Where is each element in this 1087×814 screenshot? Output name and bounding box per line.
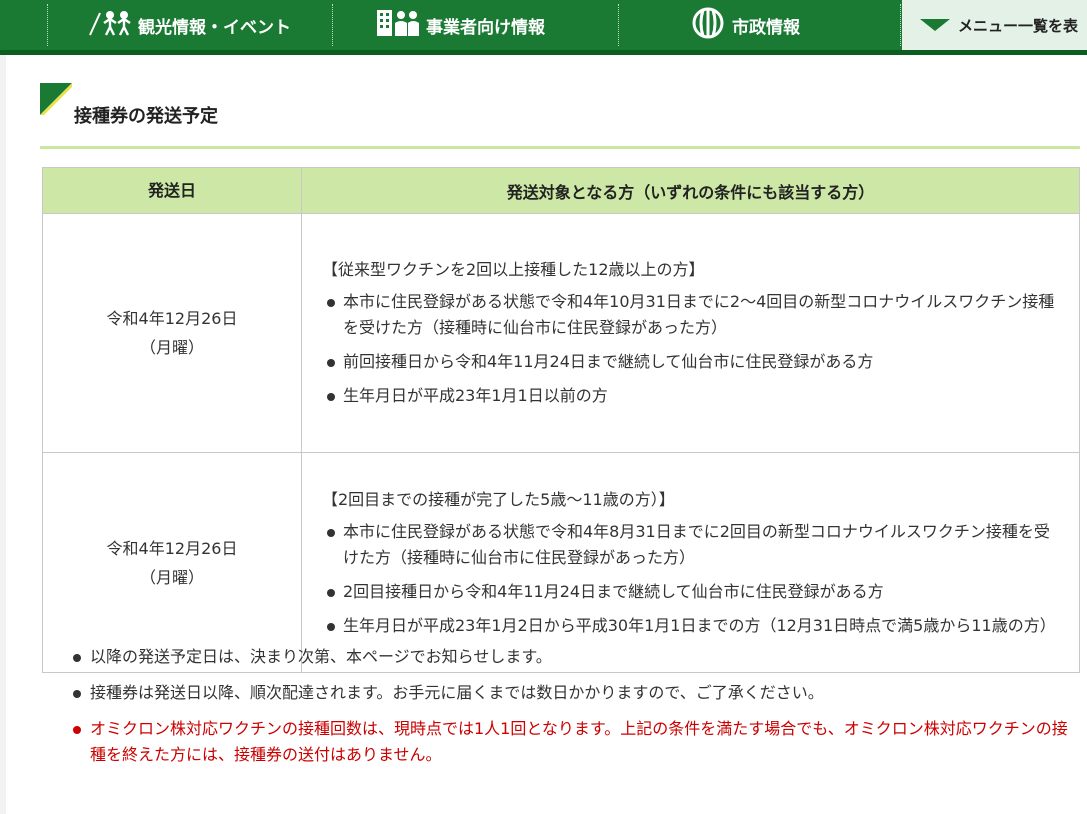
heading-corner-mark [40, 83, 72, 115]
condition-item: 生年月日が平成23年1月1日以前の方 [322, 383, 1061, 409]
nav-divider [618, 4, 619, 46]
tourism-icon [88, 10, 132, 41]
condition-list: 本市に住民登録がある状態で令和4年10月31日までに2～4回目の新型コロナウイル… [322, 289, 1061, 409]
target-cell: 【2回目までの接種が完了した5歳～11歳の方）】 本市に住民登録がある状態で令和… [301, 452, 1080, 673]
condition-item: 2回目接種日から令和4年11月24日まで継続して仙台市に住民登録がある方 [322, 579, 1061, 605]
condition-item: 生年月日が平成23年1月2日から平成30年1月1日までの方（12月31日時点で満… [322, 613, 1061, 639]
nav-divider [332, 4, 333, 46]
header-shipping-target: 発送対象となる方（いずれの条件にも該当する方） [301, 167, 1080, 214]
city-emblem-icon [690, 7, 726, 44]
note-item: 以降の発送予定日は、決まり次第、本ページでお知らせします。 [72, 644, 1082, 670]
notes-list: 以降の発送予定日は、決まり次第、本ページでお知らせします。 接種券は発送日以降、… [72, 644, 1082, 778]
nav-tourism-label: 観光情報・イベント [138, 17, 291, 38]
menu-list-button[interactable]: メニュー一覧を表 [902, 0, 1087, 50]
target-group-heading: 【従来型ワクチンを2回以上接種した12歳以上の方】 [322, 260, 705, 279]
heading-underline [40, 146, 1080, 149]
nav-tourism-events[interactable]: 観光情報・イベント [88, 0, 291, 50]
nav-business-info[interactable]: 事業者向け情報 [376, 0, 545, 50]
shipping-date: 令和4年12月26日 [106, 538, 238, 558]
menu-list-label: メニュー一覧を表 [958, 16, 1079, 35]
warning-note: オミクロン株対応ワクチンの接種回数は、現時点では1人1回となります。上記の条件を… [72, 716, 1082, 768]
left-edge-shadow [0, 55, 6, 814]
nav-city-label: 市政情報 [732, 17, 800, 38]
business-icon [376, 9, 420, 42]
shipping-weekday: （月曜） [139, 338, 204, 357]
shipping-date-cell: 令和4年12月26日 （月曜） [42, 452, 302, 673]
nav-city-info[interactable]: 市政情報 [690, 0, 800, 50]
note-item: 接種券は発送日以降、順次配達されます。お手元に届くまでは数日かかりますので、ご了… [72, 680, 1082, 706]
shipping-weekday: （月曜） [139, 567, 204, 587]
shipping-schedule-table: 発送日 発送対象となる方（いずれの条件にも該当する方） 令和4年12月26日 （… [42, 167, 1080, 673]
top-navigation: 観光情報・イベント 事業者向け情報 市政情報 メニュー一覧を表 [0, 0, 1087, 55]
nav-divider [47, 4, 48, 46]
table-header-row: 発送日 発送対象となる方（いずれの条件にも該当する方） [42, 167, 1080, 214]
table-row: 令和4年12月26日 （月曜） 【従来型ワクチンを2回以上接種した12歳以上の方… [42, 213, 1080, 453]
page-title: 接種券の発送予定 [74, 106, 218, 127]
triangle-down-icon [920, 19, 950, 31]
table-row: 令和4年12月26日 （月曜） 【2回目までの接種が完了した5歳～11歳の方）】… [42, 452, 1080, 673]
shipping-date: 令和4年12月26日 [106, 309, 238, 328]
nav-divider [900, 4, 901, 46]
shipping-date-cell: 令和4年12月26日 （月曜） [42, 213, 302, 453]
nav-underline [0, 50, 1087, 55]
target-group-heading: 【2回目までの接種が完了した5歳～11歳の方）】 [322, 489, 675, 509]
condition-list: 本市に住民登録がある状態で令和4年8月31日までに2回目の新型コロナウイルスワク… [322, 519, 1061, 639]
target-cell: 【従来型ワクチンを2回以上接種した12歳以上の方】 本市に住民登録がある状態で令… [301, 213, 1080, 453]
nav-business-label: 事業者向け情報 [426, 17, 545, 38]
condition-item: 前回接種日から令和4年11月24日まで継続して仙台市に住民登録がある方 [322, 349, 1061, 375]
header-shipping-date: 発送日 [42, 167, 302, 214]
condition-item: 本市に住民登録がある状態で令和4年8月31日までに2回目の新型コロナウイルスワク… [322, 519, 1061, 571]
condition-item: 本市に住民登録がある状態で令和4年10月31日までに2～4回目の新型コロナウイル… [322, 289, 1061, 341]
